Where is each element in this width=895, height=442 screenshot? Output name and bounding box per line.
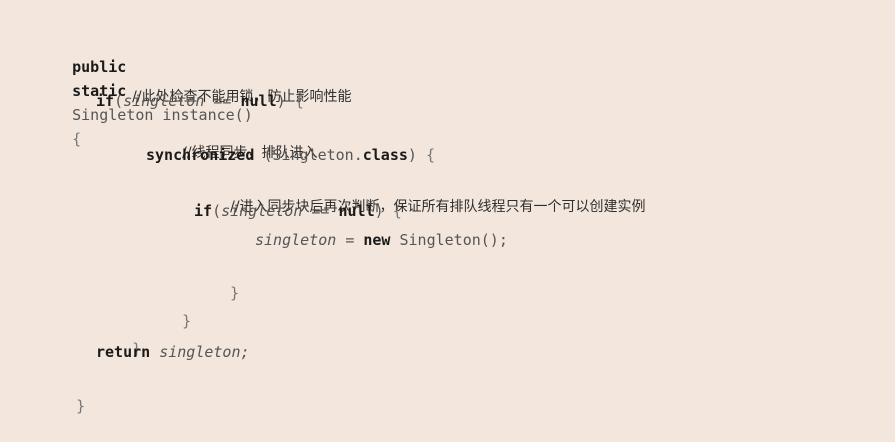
keyword-new: new xyxy=(363,231,391,249)
close-brace-outer-if: } xyxy=(96,313,141,358)
close-brace: } xyxy=(182,312,192,330)
keyword-if: if xyxy=(96,92,115,110)
open-brace: { xyxy=(72,130,82,148)
synchronized-block-line: synchronized (Singleton.class) { xyxy=(146,143,435,167)
close-brace-method: } xyxy=(40,370,85,415)
operator-equals: == xyxy=(213,92,232,110)
comment-line-3: //进入同步块后再次判断，保证所有排队线程只有一个可以创建实例 xyxy=(194,170,645,215)
open-brace: { xyxy=(425,146,435,164)
variable-singleton: singleton xyxy=(255,231,337,249)
keyword-null: null xyxy=(338,202,375,220)
paren-close: ) xyxy=(276,92,286,110)
keyword-return: return xyxy=(96,343,151,361)
return-line: return singleton; xyxy=(96,340,250,364)
close-brace: } xyxy=(76,397,86,415)
close-brace: } xyxy=(230,284,240,302)
open-brace: { xyxy=(392,202,402,220)
keyword-class: class xyxy=(362,146,408,164)
paren-open: ( xyxy=(212,202,222,220)
keyword-null: null xyxy=(240,92,277,110)
close-brace-synchronized: } xyxy=(146,285,191,330)
variable-singleton: singleton xyxy=(221,202,303,220)
paren-close: ) xyxy=(374,202,384,220)
sync-arg-open: (Singleton. xyxy=(263,146,363,164)
if-statement-inner: if(singleton == null) { xyxy=(194,199,402,223)
paren-open: ( xyxy=(114,92,124,110)
method-signature-line: public static Singleton instance() { xyxy=(36,31,253,148)
close-brace-inner-if: } xyxy=(194,257,239,302)
keyword-if: if xyxy=(194,202,213,220)
sync-arg-close: ) xyxy=(407,146,417,164)
variable-singleton: singleton xyxy=(123,92,205,110)
open-brace: { xyxy=(294,92,304,110)
comment-line-1: //此处检查不能用锁，防止影响性能 xyxy=(96,60,351,105)
keyword-synchronized: synchronized xyxy=(146,146,255,164)
constructor-call: Singleton(); xyxy=(399,231,508,249)
operator-equals: == xyxy=(311,202,330,220)
assignment-line: singleton = new Singleton(); xyxy=(255,228,508,252)
if-statement-outer: if(singleton == null) { xyxy=(96,89,304,113)
comment-line-2: //线程同步，排队进入 xyxy=(146,116,317,161)
operator-assign: = xyxy=(345,231,355,249)
code-listing: public static Singleton instance() { //此… xyxy=(0,0,895,418)
variable-singleton: singleton; xyxy=(159,343,250,361)
